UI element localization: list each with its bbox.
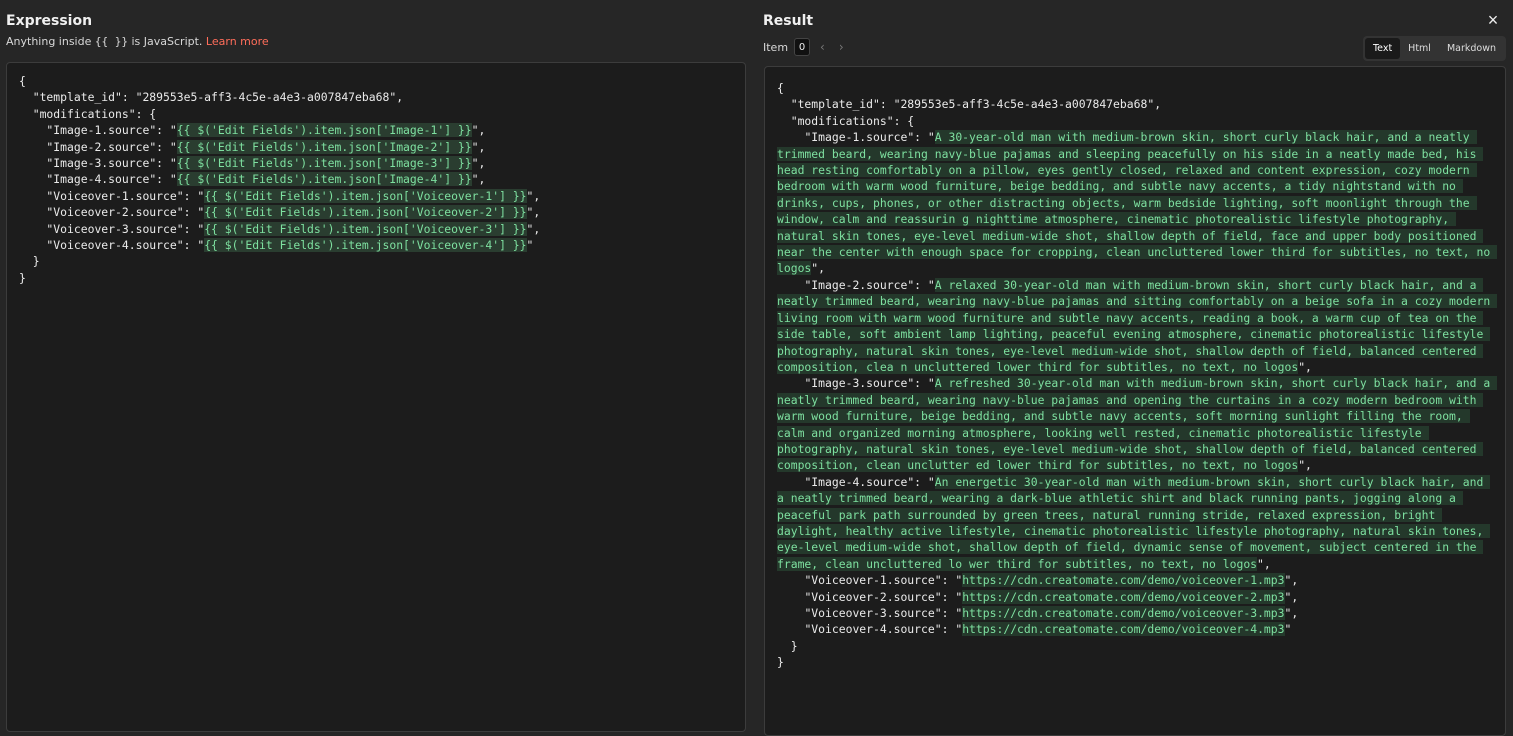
tab-html[interactable]: Html [1400,38,1439,59]
entry-key: Voiceover-3.source [811,606,935,620]
entry-key: Voiceover-3.source [53,221,177,236]
entry-key: Voiceover-1.source [53,188,177,203]
entry-line: "Voiceover-2.source": "{{ $('Edit Fields… [19,205,541,220]
entry-key: Image-1.source [53,123,150,138]
entry-line: "Image-1.source": "{{ $('Edit Fields').i… [19,123,486,138]
entry-value: {{ $('Edit Fields').item.json['Image-2']… [176,139,472,154]
entry-value: {{ $('Edit Fields').item.json['Image-1']… [176,123,472,138]
entry-line: "Voiceover-1.source": "{{ $('Edit Fields… [19,188,541,203]
expression-hint: Anything inside {{ }} is JavaScript. Lea… [6,35,269,48]
entry-line: "Voiceover-3.source": "{{ $('Edit Fields… [19,221,541,236]
entry-line: "Voiceover-2.source": "https://cdn.creat… [777,589,1299,604]
entry-key: Voiceover-2.source [811,589,935,604]
entry-key: Image-1.source [811,130,908,145]
hint-prefix: Anything inside [6,35,92,48]
entry-line: "Image-4.source": "An energetic 30-year-… [777,474,1491,571]
entry-value: {{ $('Edit Fields').item.json['Voiceover… [204,221,527,236]
entry-line: "Voiceover-3.source": "https://cdn.creat… [777,606,1299,620]
entry-value: A relaxed 30-year-old man with medium-br… [777,277,1498,374]
entry-key: Image-4.source [53,172,150,187]
learn-more-link[interactable]: Learn more [206,35,269,48]
entry-key: Image-4.source [811,474,908,489]
entry-key: Image-3.source [53,156,150,171]
tab-text[interactable]: Text [1364,38,1401,59]
entry-value: {{ $('Edit Fields').item.json['Voiceover… [204,205,527,220]
hint-suffix: is JavaScript. [131,35,203,48]
entry-value: {{ $('Edit Fields').item.json['Voiceover… [204,238,527,253]
entry-value: {{ $('Edit Fields').item.json['Voiceover… [204,188,527,203]
item-index-input[interactable]: 0 [794,38,811,56]
entry-value: A 30-year-old man with medium-brown skin… [777,130,1498,276]
prev-item-icon[interactable]: ‹ [820,40,825,54]
entry-line: "Image-3.source": "A refreshed 30-year-o… [777,376,1498,473]
entry-line: "Image-2.source": "A relaxed 30-year-old… [777,277,1498,374]
expression-title: Expression [6,13,93,29]
tab-markdown[interactable]: Markdown [1439,38,1504,59]
result-title: Result [763,13,814,29]
entry-line: "Voiceover-1.source": "https://cdn.creat… [777,573,1299,588]
next-item-icon[interactable]: › [839,40,844,54]
entry-value: A refreshed 30-year-old man with medium-… [777,376,1498,473]
item-selector: Item 0 ‹ › [763,38,844,56]
entry-key: Image-3.source [811,376,908,391]
entry-value: {{ $('Edit Fields').item.json['Image-4']… [176,172,472,187]
entry-value: {{ $('Edit Fields').item.json['Image-3']… [176,156,472,171]
entry-line: "Image-4.source": "{{ $('Edit Fields').i… [19,172,486,187]
entry-key: Image-2.source [53,139,150,154]
template-id-value: 289553e5-aff3-4c5e-a4e3-a007847eba68 [142,90,390,105]
entry-line: "Voiceover-4.source": "{{ $('Edit Fields… [19,238,534,253]
entry-value: https://cdn.creatomate.com/demo/voiceove… [962,573,1285,588]
result-code: { "template_id": "289553e5-aff3-4c5e-a4e… [777,81,1498,670]
entry-value: https://cdn.creatomate.com/demo/voiceove… [962,606,1285,620]
expression-editor[interactable]: { "template_id": "289553e5-aff3-4c5e-a4e… [6,62,746,732]
entry-line: "Voiceover-4.source": "https://cdn.creat… [777,622,1292,637]
expression-code: { "template_id": "289553e5-aff3-4c5e-a4e… [19,74,541,285]
expression-panel: Expression Anything inside {{ }} is Java… [0,0,750,732]
result-panel: Result × Item 0 ‹ › Text Html Markdown {… [757,0,1513,736]
entry-line: "Image-1.source": "A 30-year-old man wit… [777,130,1498,276]
entry-key: Voiceover-1.source [811,573,935,588]
entry-key: Image-2.source [811,277,908,292]
entry-line: "Image-3.source": "{{ $('Edit Fields').i… [19,156,486,171]
close-icon[interactable]: × [1485,11,1501,29]
result-output: { "template_id": "289553e5-aff3-4c5e-a4e… [764,66,1506,736]
result-template-id: 289553e5-aff3-4c5e-a4e3-a007847eba68 [900,97,1148,112]
format-tabs: Text Html Markdown [1362,36,1506,61]
entry-key: Voiceover-4.source [53,238,177,253]
entry-key: Voiceover-2.source [53,205,177,220]
entry-value: https://cdn.creatomate.com/demo/voiceove… [962,589,1285,604]
hint-braces: {{ }} [94,35,128,48]
entry-line: "Image-2.source": "{{ $('Edit Fields').i… [19,139,486,154]
entry-value: https://cdn.creatomate.com/demo/voiceove… [962,622,1285,637]
entry-value: An energetic 30-year-old man with medium… [777,474,1491,571]
item-label: Item [763,40,789,54]
entry-key: Voiceover-4.source [811,622,935,637]
